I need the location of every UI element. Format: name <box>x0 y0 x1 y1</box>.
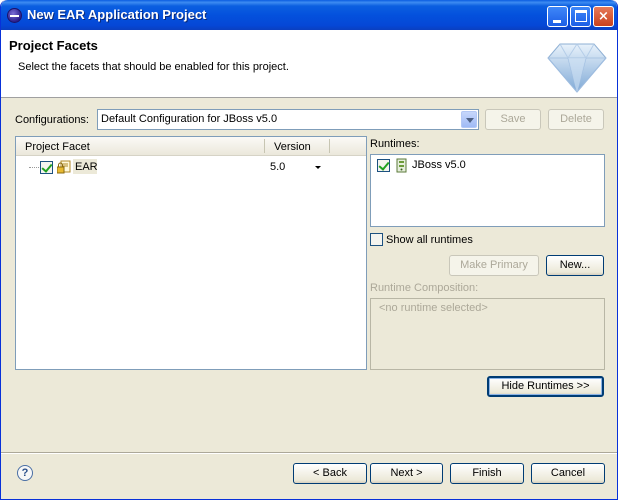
maximize-icon <box>575 10 587 22</box>
version-dropdown-icon[interactable] <box>315 166 321 169</box>
window-title: New EAR Application Project <box>27 7 207 22</box>
minimize-icon <box>553 20 561 23</box>
help-icon[interactable]: ? <box>17 465 33 481</box>
runtimes-label: Runtimes: <box>370 138 420 150</box>
runtime-composition-empty: <no runtime selected> <box>379 302 488 314</box>
eclipse-icon <box>7 8 22 23</box>
configurations-value: Default Configuration for JBoss v5.0 <box>101 113 278 125</box>
runtimes-list[interactable]: JBoss v5.0 <box>370 154 605 227</box>
title-bar[interactable]: New EAR Application Project × <box>1 0 617 30</box>
column-divider[interactable] <box>329 139 330 153</box>
diamond-icon <box>547 43 607 93</box>
column-header-facet[interactable]: Project Facet <box>25 141 90 153</box>
hide-runtimes-button[interactable]: Hide Runtimes >> <box>487 376 604 397</box>
show-all-runtimes-label[interactable]: Show all runtimes <box>386 234 473 246</box>
facet-version[interactable]: 5.0 <box>270 161 285 173</box>
ear-lock-icon <box>57 160 71 174</box>
wizard-header: Project Facets Select the facets that sh… <box>1 30 617 98</box>
make-primary-button[interactable]: Make Primary <box>449 255 539 276</box>
new-runtime-button[interactable]: New... <box>546 255 604 276</box>
facets-table[interactable]: Project Facet Version EAR 5.0 <box>15 136 367 370</box>
close-button[interactable]: × <box>593 6 614 27</box>
chevron-down-icon[interactable] <box>461 111 477 128</box>
facet-name: EAR <box>75 161 98 173</box>
runtime-composition-label: Runtime Composition: <box>370 282 479 294</box>
delete-button[interactable]: Delete <box>548 109 604 130</box>
dialog-window: New EAR Application Project × Project Fa… <box>0 0 618 500</box>
maximize-button[interactable] <box>570 6 591 27</box>
server-icon <box>396 158 407 173</box>
cancel-button[interactable]: Cancel <box>531 463 605 484</box>
footer-separator <box>1 452 617 454</box>
facet-ear-checkbox[interactable] <box>40 161 53 174</box>
column-divider[interactable] <box>264 139 265 153</box>
table-header: Project Facet Version <box>16 137 366 156</box>
page-title: Project Facets <box>9 38 98 53</box>
finish-button[interactable]: Finish <box>450 463 524 484</box>
runtime-jboss-checkbox[interactable] <box>377 159 390 172</box>
configurations-label: Configurations: <box>15 114 89 126</box>
back-button[interactable]: < Back <box>293 463 367 484</box>
close-icon: × <box>598 9 609 24</box>
minimize-button[interactable] <box>547 6 568 27</box>
configurations-combo[interactable]: Default Configuration for JBoss v5.0 <box>97 109 479 130</box>
runtime-name: JBoss v5.0 <box>412 159 466 171</box>
runtime-composition-panel: <no runtime selected> <box>370 298 605 370</box>
next-button[interactable]: Next > <box>370 463 443 484</box>
save-button[interactable]: Save <box>485 109 541 130</box>
column-header-version[interactable]: Version <box>274 141 311 153</box>
show-all-runtimes-checkbox[interactable] <box>370 233 383 246</box>
page-description: Select the facets that should be enabled… <box>18 61 289 73</box>
